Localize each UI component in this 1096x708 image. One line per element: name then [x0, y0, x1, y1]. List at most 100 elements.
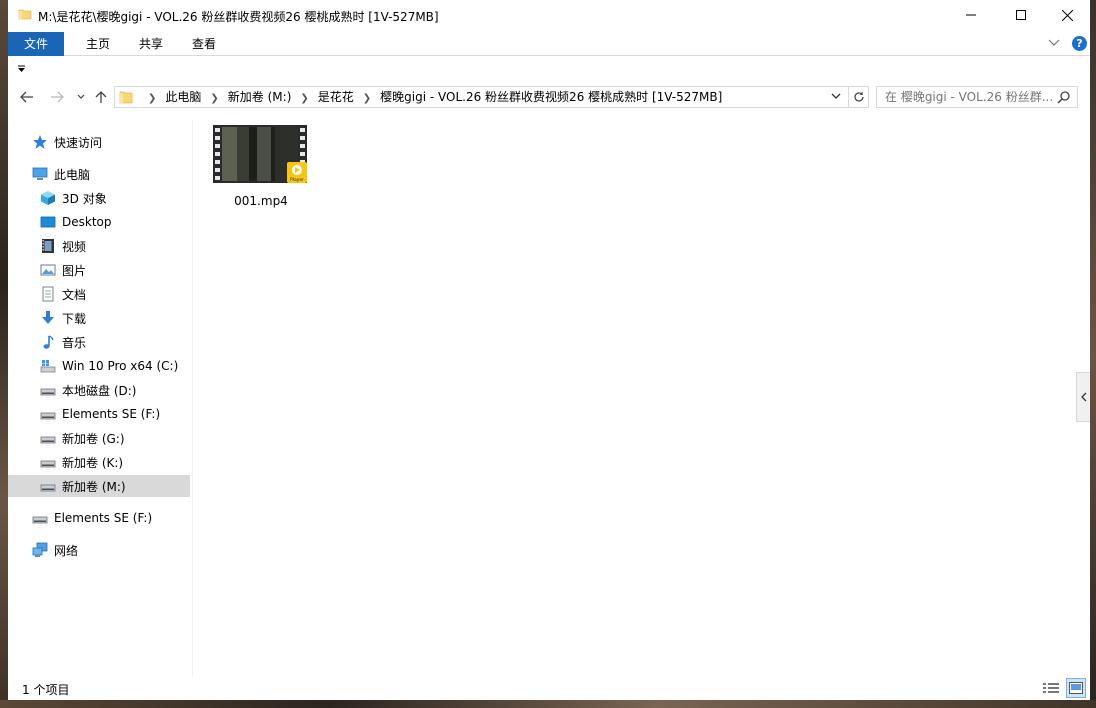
drive-icon — [40, 436, 56, 444]
details-view-icon[interactable] — [1042, 680, 1060, 696]
arrow-left-icon — [20, 91, 33, 103]
recent-locations-button[interactable] — [70, 86, 92, 108]
back-button[interactable] — [16, 86, 38, 108]
nav-item-this-pc[interactable]: 此电脑 — [8, 163, 190, 185]
cube-icon — [41, 191, 55, 205]
close-button[interactable] — [1044, 0, 1090, 30]
breadcrumb-separator[interactable]: ❯ — [300, 89, 308, 109]
nav-item-label: 快速访问 — [54, 135, 103, 150]
chevron-down-icon — [77, 94, 85, 99]
nav-item-label: 此电脑 — [54, 167, 91, 182]
quick-access-toolbar — [8, 57, 1090, 81]
ribbon-tab-bar: 文件 主页 共享 查看 ? — [8, 30, 1090, 56]
video-icon — [42, 239, 54, 253]
search-box[interactable] — [876, 86, 1078, 108]
window-title: M:\是花花\樱晚gigi - VOL.26 粉丝群收费视频26 樱桃成熟时 [… — [38, 10, 439, 24]
nav-item-3d-objects[interactable]: 3D 对象 — [8, 187, 190, 209]
breadcrumb-current-folder[interactable]: 樱晚gigi - VOL.26 粉丝群收费视频26 樱桃成熟时 [1V-527M… — [380, 87, 722, 107]
drive-icon — [40, 484, 56, 492]
nav-item-drive-d[interactable]: 本地磁盘 (D:) — [8, 379, 190, 401]
nav-item-drive-g[interactable]: 新加卷 (G:) — [8, 427, 190, 449]
nav-item-pictures[interactable]: 图片 — [8, 259, 190, 281]
file-list-area[interactable]: Player 001.mp4 — [193, 114, 1090, 676]
nav-item-label: 视频 — [62, 239, 87, 254]
navigation-bar: ❯ 此电脑 ❯ 新加卷 (M:) ❯ 是花花 ❯ 樱晚gigi - VOL.26 粉丝群收费视… — [8, 82, 1090, 112]
download-icon — [42, 311, 54, 324]
search-input[interactable] — [877, 87, 1055, 107]
desktop-wallpaper-left — [0, 0, 8, 708]
nav-item-label: 本地磁盘 (D:) — [62, 383, 137, 398]
up-button[interactable] — [90, 86, 112, 108]
nav-item-label: 新加卷 (G:) — [62, 431, 125, 446]
nav-item-label: Win 10 Pro x64 (C:) — [62, 359, 179, 373]
nav-item-downloads[interactable]: 下载 — [8, 307, 190, 329]
breadcrumb-separator[interactable]: ❯ — [363, 89, 371, 109]
chevron-down-icon[interactable] — [831, 92, 841, 100]
details-pane-toggle[interactable] — [1076, 372, 1090, 422]
music-icon — [43, 335, 54, 349]
navigation-pane: 快速访问 此电脑 3D 对象 Desktop 视频 图片 文档 下载 音乐 Wi… — [8, 120, 190, 676]
computer-icon — [32, 167, 48, 180]
nav-item-quick-access[interactable]: 快速访问 — [8, 131, 190, 153]
nav-item-drive-m[interactable]: 新加卷 (M:) — [8, 475, 190, 497]
tab-share[interactable]: 共享 — [123, 32, 179, 56]
forward-button[interactable] — [46, 86, 68, 108]
tab-file[interactable]: 文件 — [8, 32, 64, 56]
breadcrumb-separator[interactable]: ❯ — [210, 89, 218, 109]
status-bar: 1 个项目 — [8, 676, 1090, 700]
nav-item-music[interactable]: 音乐 — [8, 331, 190, 353]
nav-item-label: 网络 — [54, 543, 79, 558]
arrow-up-icon — [95, 91, 107, 103]
drive-icon — [40, 412, 56, 420]
maximize-icon — [1016, 10, 1026, 20]
nav-item-documents[interactable]: 文档 — [8, 283, 190, 305]
minimize-button[interactable] — [948, 0, 994, 30]
video-file-thumbnail: Player — [213, 125, 307, 183]
desktop-wallpaper-bottom — [0, 700, 1096, 708]
nav-item-drive-f[interactable]: Elements SE (F:) — [8, 403, 190, 425]
tab-home[interactable]: 主页 — [70, 32, 126, 56]
refresh-button[interactable] — [849, 86, 869, 108]
picture-icon — [40, 264, 56, 276]
drive-icon — [40, 460, 56, 468]
chevron-left-icon — [1080, 392, 1086, 402]
desktop-icon — [40, 216, 56, 228]
breadcrumb-folder-1[interactable]: 是花花 — [318, 87, 354, 107]
breadcrumb-separator[interactable]: ❯ — [148, 89, 156, 109]
nav-item-drive-c[interactable]: Win 10 Pro x64 (C:) — [8, 355, 190, 377]
help-icon[interactable]: ? — [1072, 36, 1087, 51]
nav-item-desktop[interactable]: Desktop — [8, 211, 190, 233]
large-icons-view-icon — [1069, 682, 1083, 694]
nav-item-label: 文档 — [62, 287, 87, 302]
nav-item-label: 新加卷 (K:) — [62, 455, 124, 470]
nav-item-label: Elements SE (F:) — [54, 511, 153, 525]
address-bar[interactable]: ❯ 此电脑 ❯ 新加卷 (M:) ❯ 是花花 ❯ 樱晚gigi - VOL.26 粉丝群收费视… — [114, 86, 849, 108]
nav-item-label: 3D 对象 — [62, 191, 107, 206]
desktop-wallpaper-right — [1090, 0, 1096, 708]
file-item[interactable]: Player 001.mp4 — [211, 122, 311, 210]
nav-item-network[interactable]: 网络 — [8, 539, 190, 561]
qat-dropdown-icon[interactable] — [18, 65, 26, 73]
arrow-right-icon — [51, 91, 64, 103]
star-icon — [33, 135, 47, 149]
nav-item-videos[interactable]: 视频 — [8, 235, 190, 257]
tab-view[interactable]: 查看 — [176, 32, 232, 56]
large-icons-view-button[interactable] — [1066, 678, 1086, 698]
chevron-down-icon[interactable] — [1048, 38, 1060, 48]
breadcrumb-drive-m[interactable]: 新加卷 (M:) — [228, 87, 292, 107]
nav-item-label: 新加卷 (M:) — [62, 479, 126, 494]
document-icon — [42, 286, 54, 302]
nav-item-drive-k[interactable]: 新加卷 (K:) — [8, 451, 190, 473]
search-icon[interactable] — [1057, 90, 1071, 104]
player-badge-label: Player — [290, 177, 304, 183]
title-bar[interactable]: M:\是花花\樱晚gigi - VOL.26 粉丝群收费视频26 樱桃成熟时 [… — [8, 0, 1090, 30]
minimize-icon — [966, 14, 976, 16]
file-name: 001.mp4 — [234, 194, 288, 208]
breadcrumb-this-pc[interactable]: 此电脑 — [165, 87, 201, 107]
usb-drive-icon — [32, 516, 48, 524]
nav-item-usb-drive-f[interactable]: Elements SE (F:) — [8, 507, 190, 529]
nav-item-label: Desktop — [62, 215, 112, 229]
item-count: 1 个项目 — [22, 683, 70, 697]
nav-item-label: 图片 — [62, 263, 87, 278]
maximize-button[interactable] — [998, 0, 1044, 30]
